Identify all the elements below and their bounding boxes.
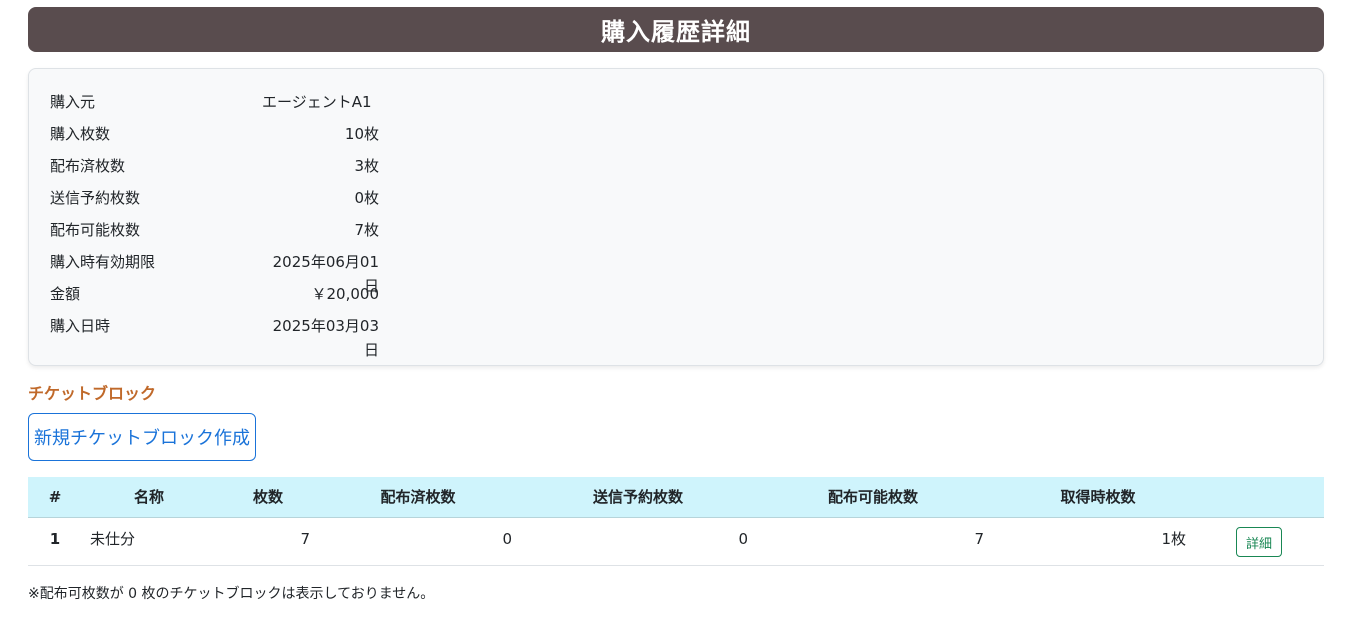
detail-value: 10枚 xyxy=(344,125,379,143)
page-header: 購入履歴詳細 xyxy=(28,7,1324,52)
detail-value: エージェントA1 xyxy=(262,93,372,111)
create-ticket-block-button[interactable]: 新規チケットブロック作成 xyxy=(28,413,256,461)
ticket-block-section-title: チケットブロック xyxy=(28,384,157,403)
detail-value: 7枚 xyxy=(354,221,379,239)
cell-acquired: 1枚 xyxy=(1161,530,1186,548)
cell-available: 7 xyxy=(974,530,984,548)
column-header-distributed: 配布済枚数 xyxy=(380,488,456,506)
detail-label: 購入枚数 xyxy=(50,125,111,143)
table-row: 1 未仕分 7 0 0 7 1枚 詳細 xyxy=(28,518,1324,566)
detail-row-source: 購入元 エージェントA1 xyxy=(50,90,380,114)
detail-label: 送信予約枚数 xyxy=(50,189,141,207)
detail-label: 配布可能枚数 xyxy=(50,221,141,239)
column-header-index: # xyxy=(48,488,62,506)
detail-row-scheduled-count: 送信予約枚数 0枚 xyxy=(50,186,380,210)
detail-label: 配布済枚数 xyxy=(50,157,126,175)
detail-button[interactable]: 詳細 xyxy=(1236,527,1282,557)
cell-count: 7 xyxy=(300,530,310,548)
cell-scheduled: 0 xyxy=(738,530,748,548)
page-title: 購入履歴詳細 xyxy=(601,18,751,46)
cell-name: 未仕分 xyxy=(90,530,136,548)
detail-row-distributed-count: 配布済枚数 3枚 xyxy=(50,154,380,178)
detail-row-purchase-date: 購入日時 2025年03月03日 xyxy=(50,314,380,359)
column-header-available: 配布可能枚数 xyxy=(827,488,918,506)
detail-value: 2025年03月03日 xyxy=(272,317,379,359)
detail-value: ￥20,000 xyxy=(311,285,380,303)
column-header-acquired: 取得時枚数 xyxy=(1060,488,1136,506)
detail-row-available-count: 配布可能枚数 7枚 xyxy=(50,218,380,242)
column-header-name: 名称 xyxy=(133,488,164,506)
column-header-scheduled: 送信予約枚数 xyxy=(592,488,683,506)
detail-value: 3枚 xyxy=(354,157,379,175)
ticket-block-table-header: # 名称 枚数 配布済枚数 送信予約枚数 配布可能枚数 取得時枚数 xyxy=(28,477,1324,518)
detail-label: 金額 xyxy=(50,285,81,303)
cell-index: 1 xyxy=(49,530,61,548)
detail-label: 購入日時 xyxy=(50,317,111,335)
purchase-detail-card: 購入元 エージェントA1 購入枚数 10枚 配布済枚数 3枚 送信予約枚数 0枚… xyxy=(28,68,1324,366)
column-header-count: 枚数 xyxy=(252,488,283,506)
detail-label: 購入時有効期限 xyxy=(50,253,156,271)
cell-distributed: 0 xyxy=(502,530,512,548)
detail-label: 購入元 xyxy=(50,93,96,111)
detail-row-expiry: 購入時有効期限 2025年06月01日 xyxy=(50,250,380,295)
detail-row-purchase-count: 購入枚数 10枚 xyxy=(50,122,380,146)
footnote: ※配布可枚数が 0 枚のチケットブロックは表示しておりません。 xyxy=(28,586,435,602)
detail-value: 0枚 xyxy=(354,189,379,207)
detail-row-amount: 金額 ￥20,000 xyxy=(50,282,380,306)
